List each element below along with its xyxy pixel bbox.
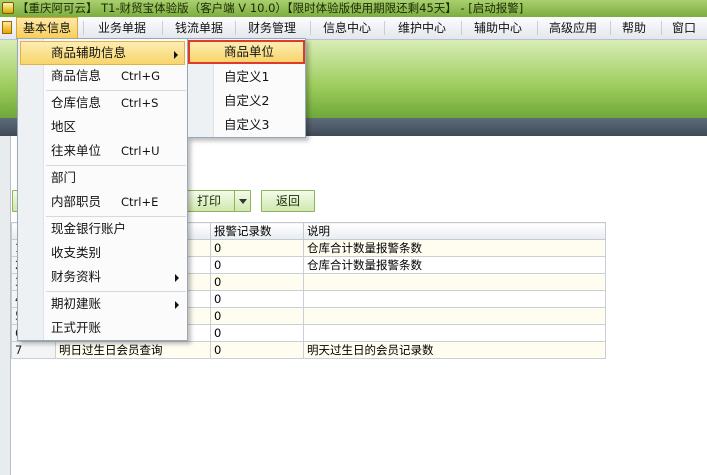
menu-item-label: 收支类别 xyxy=(51,245,102,260)
menu-item-label: 商品辅助信息 xyxy=(51,45,127,60)
menu-finance[interactable]: 财务管理 xyxy=(240,17,304,39)
submenu-item-custom-2[interactable]: 自定义2 xyxy=(190,89,303,113)
menu-item-label: 自定义2 xyxy=(224,93,270,108)
row-desc: 仓库合计数量报警条数 xyxy=(303,256,606,274)
submenu-arrow-icon xyxy=(175,301,179,309)
menu-business-docs[interactable]: 业务单据 xyxy=(89,17,155,39)
menu-help[interactable]: 帮助 xyxy=(615,17,653,39)
menu-item-label: 商品信息 xyxy=(51,68,102,83)
menu-window[interactable]: 窗口 xyxy=(666,17,702,39)
basic-info-dropdown: 商品辅助信息 商品信息 Ctrl+G 仓库信息 Ctrl+S 地区 往来单位 C… xyxy=(17,38,188,341)
row-name: 明日过生日会员查询 xyxy=(55,341,211,359)
menu-item-label: 往来单位 xyxy=(51,143,102,158)
print-dropdown-arrow-icon[interactable] xyxy=(234,191,250,211)
menu-item-partners[interactable]: 往来单位 Ctrl+U xyxy=(20,139,185,163)
back-button[interactable]: 返回 xyxy=(261,190,315,212)
menu-basic-info[interactable]: 基本信息 xyxy=(16,17,78,39)
menu-item-formal-open-books[interactable]: 正式开账 xyxy=(20,316,185,340)
menu-separator xyxy=(83,21,84,35)
menu-separator xyxy=(384,21,385,35)
row-count: 0 xyxy=(210,307,304,325)
menu-separator xyxy=(461,21,462,35)
row-count: 0 xyxy=(210,341,304,359)
menu-separator xyxy=(537,21,538,35)
submenu-arrow-icon xyxy=(174,51,178,59)
menu-cashflow-docs[interactable]: 钱流单据 xyxy=(168,17,230,39)
menu-advanced[interactable]: 高级应用 xyxy=(542,17,604,39)
menu-item-finance-data[interactable]: 财务资料 xyxy=(20,265,185,289)
row-desc xyxy=(303,307,606,325)
row-count: 0 xyxy=(210,324,304,342)
menu-item-department[interactable]: 部门 xyxy=(20,166,185,190)
menu-item-label: 期初建账 xyxy=(51,296,102,311)
menu-item-label: 现金银行账户 xyxy=(51,221,127,236)
menu-item-shortcut: Ctrl+G xyxy=(121,69,161,83)
menu-separator xyxy=(235,21,236,35)
menu-item-label: 自定义1 xyxy=(224,69,270,84)
app-icon xyxy=(2,2,14,14)
table-row[interactable]: 7 明日过生日会员查询 0 明天过生日的会员记录数 xyxy=(11,341,606,359)
menu-item-income-expense-types[interactable]: 收支类别 xyxy=(20,241,185,265)
row-desc xyxy=(303,324,606,342)
row-count: 0 xyxy=(210,290,304,308)
menu-separator xyxy=(661,21,662,35)
menu-info-center[interactable]: 信息中心 xyxy=(316,17,378,39)
menu-item-label: 正式开账 xyxy=(51,320,102,335)
row-desc xyxy=(303,290,606,308)
col-header-count[interactable]: 报警记录数 xyxy=(210,222,304,240)
row-count: 0 xyxy=(210,256,304,274)
row-number: 7 xyxy=(11,341,56,359)
menu-separator xyxy=(610,21,611,35)
print-button-label: 打印 xyxy=(197,194,222,208)
submenu-item-custom-1[interactable]: 自定义1 xyxy=(190,65,303,89)
menu-item-label: 地区 xyxy=(51,119,77,134)
menu-maintenance[interactable]: 维护中心 xyxy=(390,17,454,39)
submenu-item-custom-3[interactable]: 自定义3 xyxy=(190,113,303,137)
menu-separator xyxy=(162,21,163,35)
menu-item-label: 财务资料 xyxy=(51,269,102,284)
left-panel-edge xyxy=(0,136,11,475)
menu-item-label: 仓库信息 xyxy=(51,95,102,110)
window-title-bar: 【重庆阿可云】 T1-财贸宝体验版（客户端 V 10.0）【限时体验版使用期限还… xyxy=(0,0,707,17)
col-header-desc[interactable]: 说明 xyxy=(303,222,606,240)
row-desc xyxy=(303,273,606,291)
menu-item-shortcut: Ctrl+U xyxy=(121,144,160,158)
menu-item-shortcut: Ctrl+E xyxy=(121,195,159,209)
row-count: 0 xyxy=(210,273,304,291)
menu-auxiliary[interactable]: 辅助中心 xyxy=(466,17,530,39)
menu-item-label: 部门 xyxy=(51,170,77,185)
menu-item-product-info[interactable]: 商品信息 Ctrl+G xyxy=(20,64,185,88)
menu-item-shortcut: Ctrl+S xyxy=(121,96,159,110)
menu-item-region[interactable]: 地区 xyxy=(20,115,185,139)
menu-logo-icon xyxy=(2,21,12,34)
menu-item-employees[interactable]: 内部职员 Ctrl+E xyxy=(20,190,185,214)
menu-item-label: 商品单位 xyxy=(224,44,275,59)
menu-item-product-aux-info[interactable]: 商品辅助信息 xyxy=(20,41,185,65)
menu-item-label: 自定义3 xyxy=(224,117,270,132)
submenu-arrow-icon xyxy=(175,274,179,282)
menu-item-cash-bank-accounts[interactable]: 现金银行账户 xyxy=(20,217,185,241)
menu-separator xyxy=(310,21,311,35)
row-desc: 明天过生日的会员记录数 xyxy=(303,341,606,359)
print-button[interactable]: 打印 xyxy=(187,190,251,212)
menu-bar: 基本信息 业务单据 钱流单据 财务管理 信息中心 维护中心 辅助中心 高级应用 … xyxy=(0,17,707,40)
submenu-item-product-unit[interactable]: 商品单位 xyxy=(188,40,305,64)
menu-item-opening-setup[interactable]: 期初建账 xyxy=(20,292,185,316)
menu-item-warehouse-info[interactable]: 仓库信息 Ctrl+S xyxy=(20,91,185,115)
row-desc: 仓库合计数量报警条数 xyxy=(303,239,606,257)
window-title: 【重庆阿可云】 T1-财贸宝体验版（客户端 V 10.0）【限时体验版使用期限还… xyxy=(17,1,524,15)
product-aux-submenu: 商品单位 自定义1 自定义2 自定义3 xyxy=(187,38,306,138)
row-count: 0 xyxy=(210,239,304,257)
menu-item-label: 内部职员 xyxy=(51,194,102,209)
